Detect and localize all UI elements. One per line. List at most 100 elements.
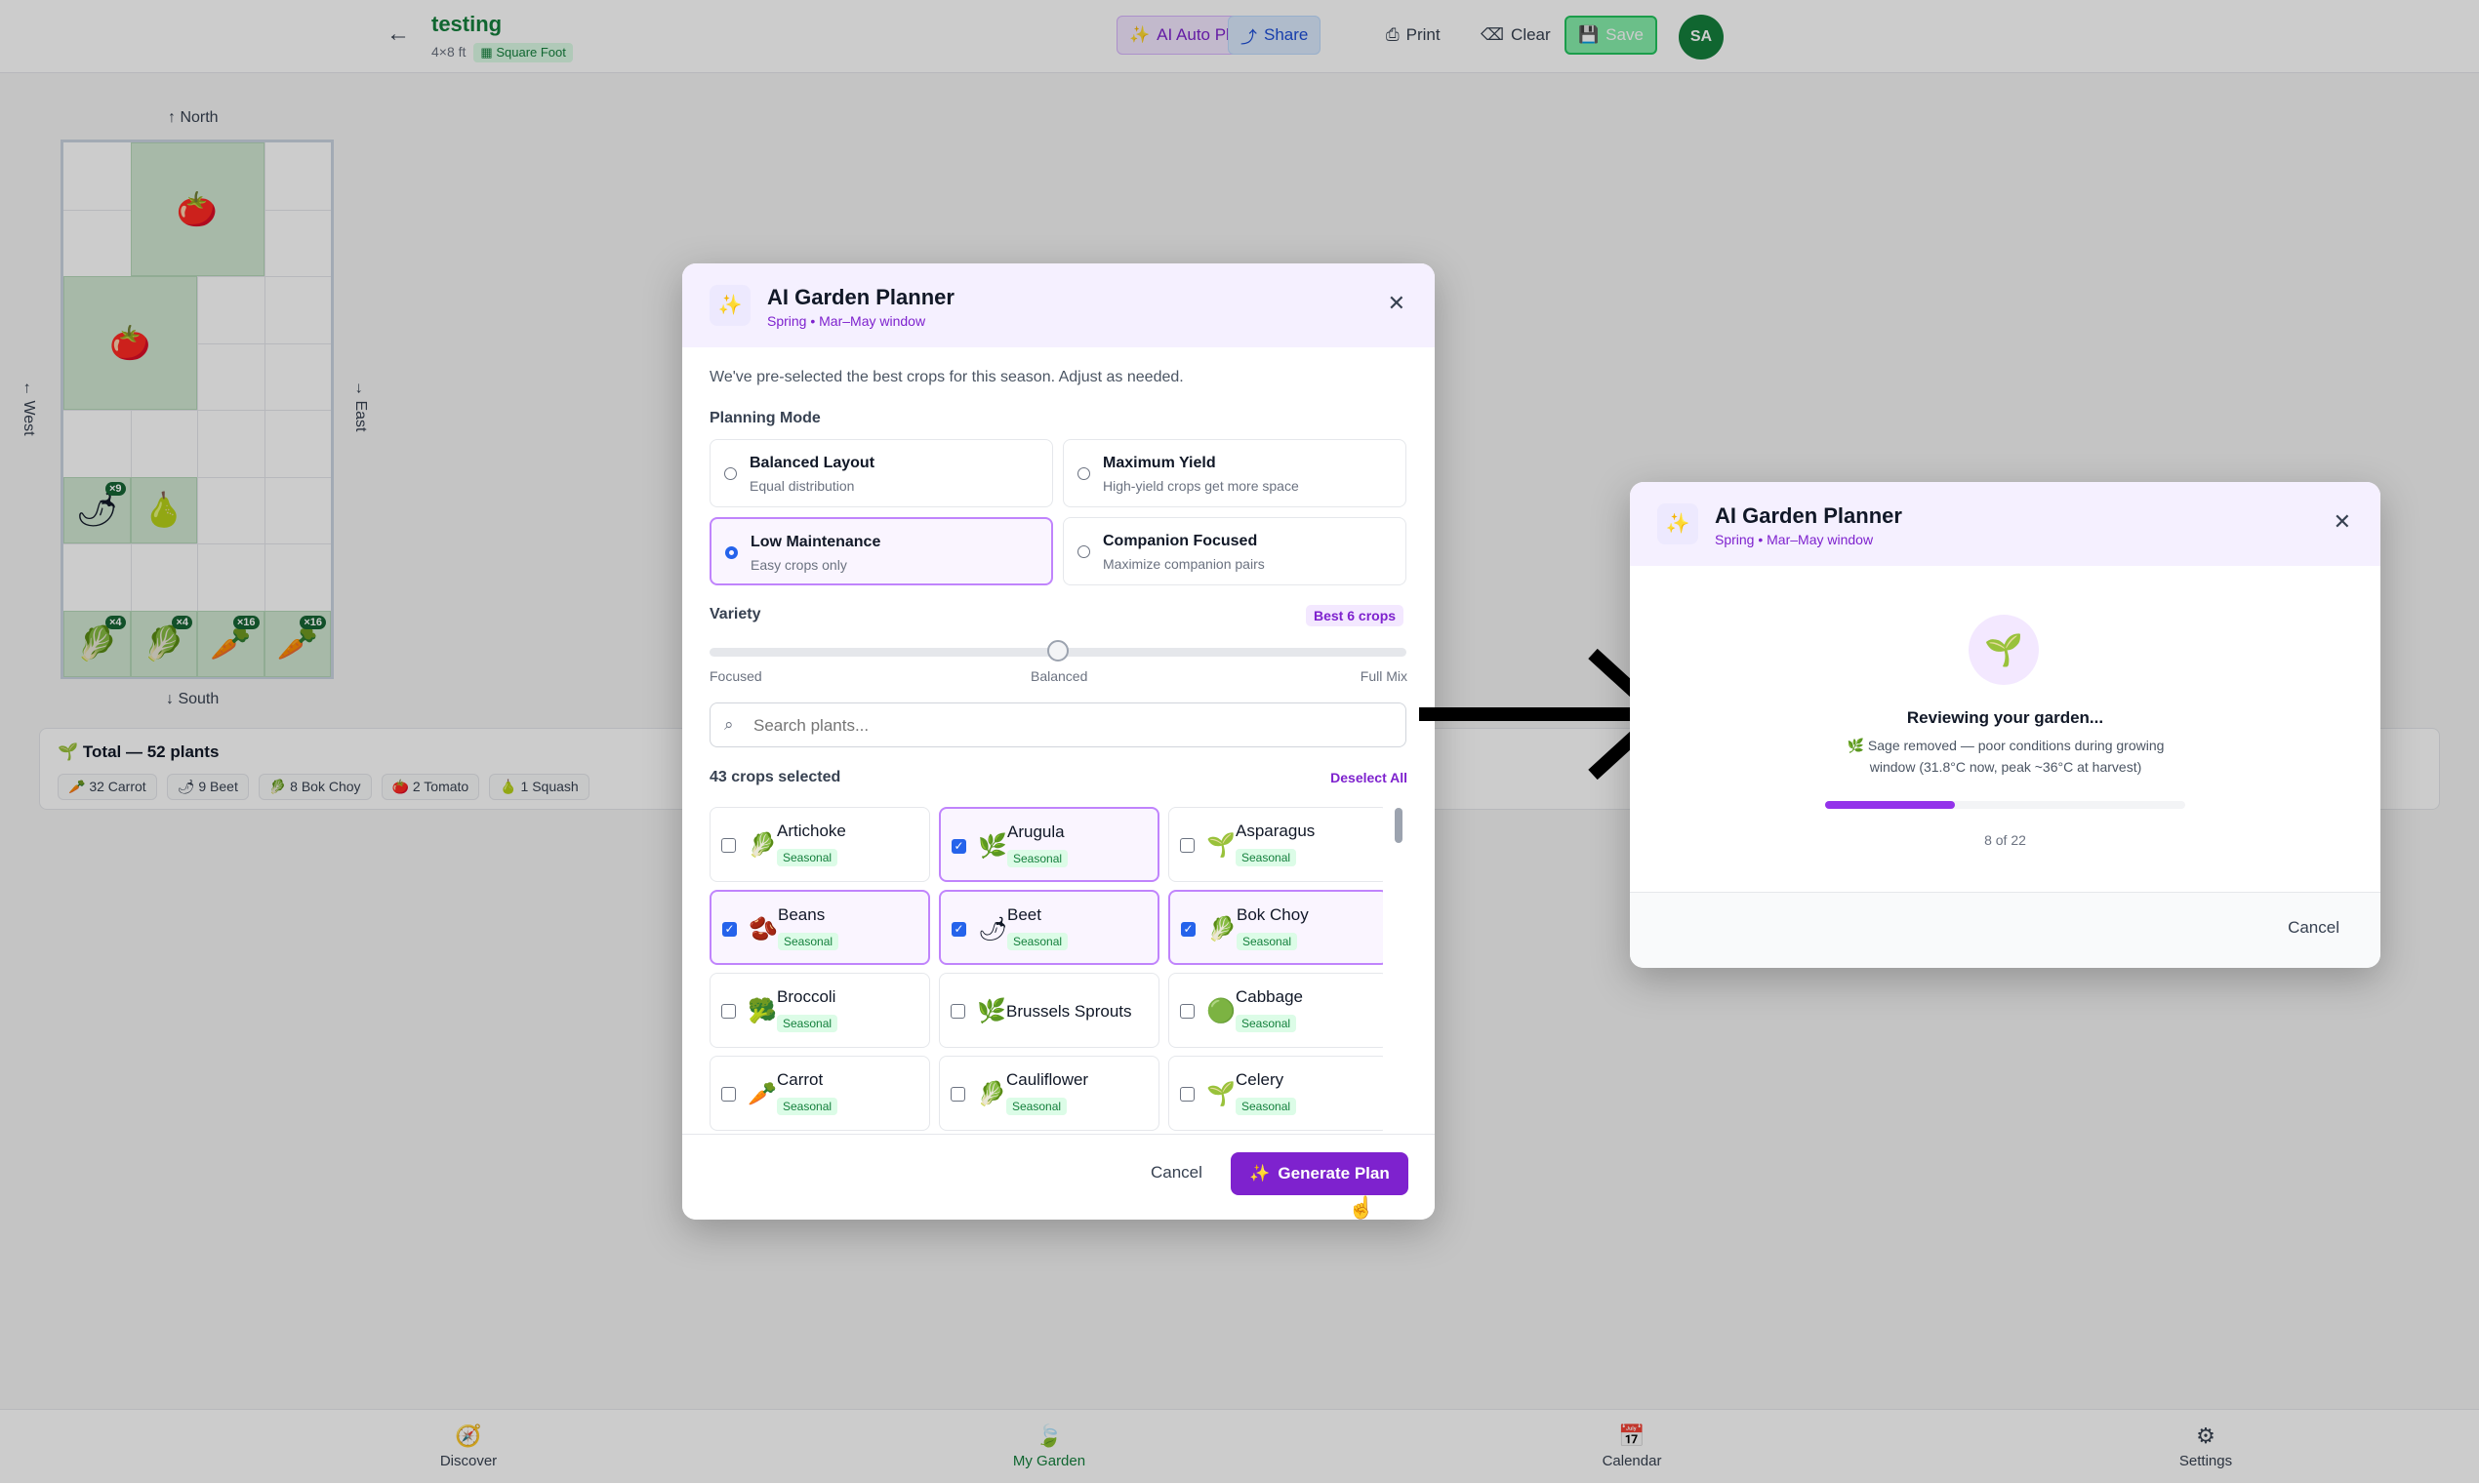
- sprout-icon: 🌱: [1969, 615, 2039, 685]
- celery-icon: 🌱: [1206, 1081, 1236, 1107]
- crop-name: Artichoke: [777, 822, 846, 840]
- planning-mode-label: Planning Mode: [710, 410, 821, 426]
- close-icon[interactable]: ✕: [1388, 291, 1405, 316]
- crop-checkbox-checked[interactable]: ✓: [952, 922, 966, 937]
- generate-plan-label: Generate Plan: [1278, 1164, 1390, 1183]
- mode-desc: Equal distribution: [750, 478, 855, 494]
- leaf-icon: 🌿: [1847, 738, 1865, 753]
- crop-card[interactable]: 🥦 Broccoli Seasonal: [710, 973, 930, 1048]
- seasonal-badge: Seasonal: [777, 1098, 838, 1115]
- variety-label: Variety: [710, 606, 761, 622]
- crop-card[interactable]: 🥬 Cauliflower Seasonal: [939, 1056, 1159, 1131]
- crop-checkbox-checked[interactable]: ✓: [952, 839, 966, 854]
- mode-desc: High-yield crops get more space: [1103, 478, 1299, 494]
- mode-name: Companion Focused: [1103, 533, 1258, 549]
- crop-card[interactable]: 🌿 Brussels Sprouts: [939, 973, 1159, 1048]
- crop-checkbox-checked[interactable]: ✓: [722, 922, 737, 937]
- crop-checkbox[interactable]: [721, 1087, 736, 1102]
- mode-balanced-layout[interactable]: Balanced Layout Equal distribution: [710, 439, 1053, 507]
- variety-badge: Best 6 crops: [1306, 605, 1404, 626]
- beans-icon: 🫘: [749, 916, 778, 943]
- seasonal-badge: Seasonal: [1006, 1098, 1068, 1115]
- seasonal-badge: Seasonal: [1236, 1015, 1297, 1032]
- dialog-subtitle: Spring • Mar–May window: [767, 313, 926, 329]
- progress-bar: [1825, 801, 2185, 809]
- review-note: 🌿 Sage removed — poor conditions during …: [1825, 735, 2186, 778]
- asparagus-icon: 🌱: [1206, 832, 1236, 859]
- generate-plan-button[interactable]: ✨ Generate Plan: [1231, 1152, 1408, 1195]
- close-icon[interactable]: ✕: [2334, 509, 2351, 535]
- dialog-title: AI Garden Planner: [1715, 503, 1902, 528]
- crop-card[interactable]: ✓ 🌶 Beet Seasonal: [939, 890, 1159, 965]
- mode-desc: Easy crops only: [751, 557, 847, 573]
- crop-card[interactable]: 🟢 Cabbage Seasonal: [1168, 973, 1383, 1048]
- crop-card[interactable]: 🥕 Carrot Seasonal: [710, 1056, 930, 1131]
- progress-fill: [1825, 801, 1955, 809]
- slider-label-balanced: Balanced: [1031, 668, 1088, 684]
- crop-card[interactable]: 🌱 Asparagus Seasonal: [1168, 807, 1383, 882]
- cauliflower-icon: 🥬: [977, 1081, 1006, 1107]
- deselect-all-link[interactable]: Deselect All: [1330, 770, 1407, 785]
- dialog-description: We've pre-selected the best crops for th…: [710, 369, 1184, 385]
- mode-maximum-yield[interactable]: Maximum Yield High-yield crops get more …: [1063, 439, 1406, 507]
- plant-search-input[interactable]: [752, 711, 1380, 741]
- seasonal-badge: Seasonal: [778, 933, 839, 950]
- mode-name: Balanced Layout: [750, 455, 875, 471]
- seasonal-badge: Seasonal: [777, 849, 838, 866]
- carrot-icon: 🥕: [748, 1081, 777, 1107]
- crop-name: Cauliflower: [1006, 1070, 1089, 1089]
- dialog-footer: Cancel: [1630, 892, 2380, 968]
- pointer-cursor-icon: ☝: [1348, 1195, 1375, 1220]
- crop-name: Asparagus: [1236, 822, 1316, 840]
- crop-checkbox-checked[interactable]: ✓: [1181, 922, 1196, 937]
- slider-label-full-mix: Full Mix: [1360, 668, 1407, 684]
- crop-checkbox[interactable]: [951, 1004, 965, 1019]
- cancel-button[interactable]: Cancel: [2288, 918, 2339, 938]
- seasonal-badge: Seasonal: [1236, 849, 1297, 866]
- crop-checkbox[interactable]: [1180, 838, 1195, 853]
- mode-low-maintenance[interactable]: Low Maintenance Easy crops only: [710, 517, 1053, 585]
- dialog-header: ✨ AI Garden Planner Spring • Mar–May win…: [682, 263, 1435, 347]
- crop-checkbox[interactable]: [721, 1004, 736, 1019]
- mode-radio-selected[interactable]: [725, 546, 738, 559]
- mode-companion-focused[interactable]: Companion Focused Maximize companion pai…: [1063, 517, 1406, 585]
- variety-slider-thumb[interactable]: [1047, 640, 1069, 662]
- crop-name: Beet: [1007, 905, 1041, 924]
- broccoli-icon: 🥦: [748, 998, 777, 1024]
- artichoke-icon: 🥬: [748, 832, 777, 859]
- dialog-header: ✨ AI Garden Planner Spring • Mar–May win…: [1630, 482, 2380, 566]
- review-status: Reviewing your garden...: [1906, 708, 2104, 727]
- crop-name: Arugula: [1007, 822, 1065, 841]
- ai-planner-dialog: ✨ AI Garden Planner Spring • Mar–May win…: [682, 263, 1435, 1220]
- crop-checkbox[interactable]: [951, 1087, 965, 1102]
- mode-name: Low Maintenance: [751, 534, 881, 550]
- seasonal-badge: Seasonal: [1236, 1098, 1297, 1115]
- crop-card[interactable]: 🥬 Artichoke Seasonal: [710, 807, 930, 882]
- crop-name: Broccoli: [777, 987, 836, 1006]
- slider-label-focused: Focused: [710, 668, 762, 684]
- crop-name: Beans: [778, 905, 826, 924]
- plant-search[interactable]: ⌕: [710, 702, 1406, 747]
- mode-radio[interactable]: [724, 467, 737, 480]
- cancel-button[interactable]: Cancel: [1151, 1163, 1202, 1183]
- dialog-footer: Cancel ✨ Generate Plan ☝: [682, 1134, 1435, 1220]
- seasonal-badge: Seasonal: [1237, 933, 1298, 950]
- review-note-text: Sage removed — poor conditions during gr…: [1867, 738, 2165, 775]
- mode-radio[interactable]: [1077, 467, 1090, 480]
- cabbage-icon: 🟢: [1206, 998, 1236, 1024]
- crop-checkbox[interactable]: [1180, 1087, 1195, 1102]
- crop-checkbox[interactable]: [721, 838, 736, 853]
- crop-card[interactable]: 🌱 Celery Seasonal: [1168, 1056, 1383, 1131]
- bok-choy-icon: 🥬: [1207, 916, 1237, 943]
- crop-checkbox[interactable]: [1180, 1004, 1195, 1019]
- crop-name: Cabbage: [1236, 987, 1304, 1006]
- crop-card[interactable]: ✓ 🥬 Bok Choy Seasonal: [1168, 890, 1383, 965]
- crop-card[interactable]: ✓ 🫘 Beans Seasonal: [710, 890, 930, 965]
- crop-list-scrollbar[interactable]: [1395, 808, 1402, 843]
- beet-icon: 🌶: [978, 916, 1008, 943]
- crop-name: Brussels Sprouts: [1006, 1002, 1132, 1021]
- magic-wand-icon: ✨: [710, 285, 751, 326]
- arugula-icon: 🌿: [978, 833, 1007, 860]
- mode-radio[interactable]: [1077, 545, 1090, 558]
- crop-card[interactable]: ✓ 🌿 Arugula Seasonal: [939, 807, 1159, 882]
